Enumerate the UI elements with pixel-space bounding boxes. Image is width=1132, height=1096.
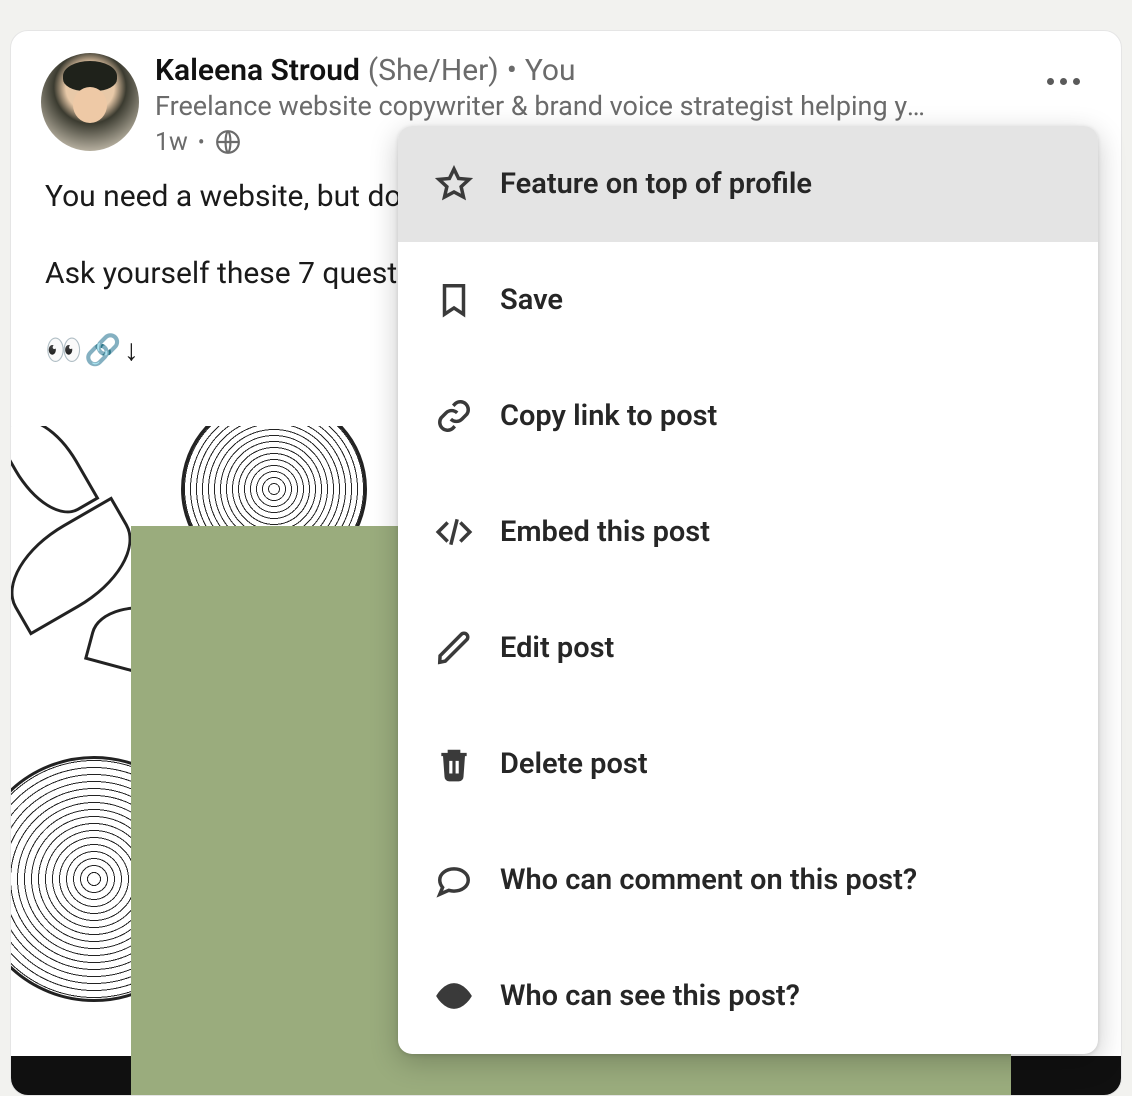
more-options-button[interactable] bbox=[1041, 59, 1085, 103]
menu-item-label: Save bbox=[500, 283, 563, 317]
author-name[interactable]: Kaleena Stroud bbox=[155, 53, 360, 88]
post-age: 1w bbox=[155, 128, 188, 157]
menu-item-copy-link[interactable]: Copy link to post bbox=[398, 358, 1098, 474]
eye-icon bbox=[434, 976, 474, 1016]
menu-item-label: Who can comment on this post? bbox=[500, 863, 917, 897]
post-options-menu: Feature on top of profile Save Copy link… bbox=[398, 126, 1098, 1054]
menu-item-who-see[interactable]: Who can see this post? bbox=[398, 938, 1098, 1054]
menu-item-label: Delete post bbox=[500, 747, 648, 781]
menu-item-delete[interactable]: Delete post bbox=[398, 706, 1098, 822]
menu-item-label: Who can see this post? bbox=[500, 979, 800, 1013]
you-label: You bbox=[525, 53, 576, 88]
globe-icon bbox=[215, 129, 241, 155]
author-headline: Freelance website copywriter & brand voi… bbox=[155, 90, 935, 124]
separator: • bbox=[507, 53, 517, 88]
menu-item-save[interactable]: Save bbox=[398, 242, 1098, 358]
link-icon bbox=[434, 396, 474, 436]
code-icon bbox=[434, 512, 474, 552]
meta-separator: • bbox=[198, 130, 205, 154]
menu-item-label: Copy link to post bbox=[500, 399, 717, 433]
menu-item-embed[interactable]: Embed this post bbox=[398, 474, 1098, 590]
author-pronouns: (She/Her) bbox=[368, 53, 499, 88]
pencil-icon bbox=[434, 628, 474, 668]
menu-item-label: Embed this post bbox=[500, 515, 710, 549]
author-avatar[interactable] bbox=[41, 53, 139, 151]
menu-item-edit[interactable]: Edit post bbox=[398, 590, 1098, 706]
bookmark-icon bbox=[434, 280, 474, 320]
menu-item-label: Feature on top of profile bbox=[500, 167, 812, 201]
comment-icon bbox=[434, 860, 474, 900]
trash-icon bbox=[434, 744, 474, 784]
menu-item-who-comment[interactable]: Who can comment on this post? bbox=[398, 822, 1098, 938]
menu-item-feature[interactable]: Feature on top of profile bbox=[398, 126, 1098, 242]
author-line: Kaleena Stroud (She/Her) • You bbox=[155, 53, 1091, 88]
star-icon bbox=[434, 164, 474, 204]
menu-item-label: Edit post bbox=[500, 631, 614, 665]
